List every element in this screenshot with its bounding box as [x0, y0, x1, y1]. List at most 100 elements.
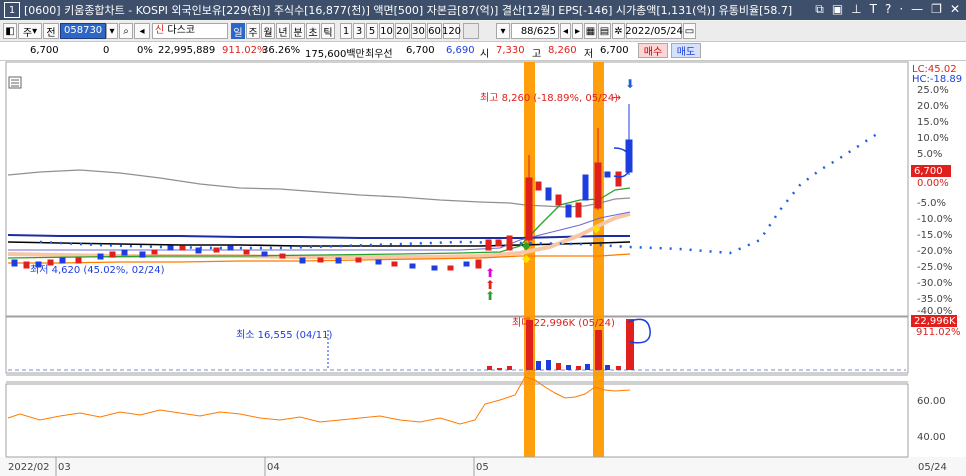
price-tick: 10.0% — [917, 133, 949, 144]
window-controls: ⧉ ▣ ⊥ T ? · — ❐ ✕ — [815, 2, 960, 17]
low-price: 6,700 — [600, 45, 629, 56]
signal-arrow-icon: ⬆ — [485, 289, 495, 303]
price-tick: -30.0% — [917, 278, 952, 289]
sound-icon[interactable]: ◂ — [134, 23, 150, 39]
price-tick: -15.0% — [917, 230, 952, 241]
x-right-label: 05/24 — [918, 462, 947, 473]
current-pct: 0.00% — [917, 178, 949, 189]
low-label: 저 — [584, 49, 594, 60]
window-titlebar: 1 [0600] 키움종합차트 - KOSPI 외국인보유[229(천)] 주식… — [0, 0, 966, 20]
axis-header-hc: HC:-18.89 — [912, 74, 962, 85]
x-label: 03 — [58, 462, 71, 473]
buy-button[interactable]: 매수 — [638, 43, 668, 58]
x-label: 2022/02 — [8, 462, 50, 473]
price-change: 0 — [103, 45, 110, 56]
market-select[interactable]: 주 ▾ — [18, 23, 42, 39]
quote-infobar: 6,700 0 0% 22,995,889 911.02% 36.26% 175… — [0, 42, 966, 61]
layout-icon[interactable]: ◧ — [3, 23, 17, 39]
period-tab-day[interactable]: 일 — [231, 23, 245, 39]
price-change-pct: 0% — [137, 45, 153, 56]
settings-icon[interactable]: ✲ — [612, 23, 625, 39]
price-tick: 25.0% — [917, 85, 949, 96]
interval-button[interactable]: 60 — [427, 23, 442, 39]
stock-code-input[interactable]: 058730 — [60, 23, 106, 39]
pane-menu-icon[interactable] — [8, 76, 22, 89]
open-label: 시 — [480, 49, 490, 60]
grid-icon[interactable]: ▦ — [584, 23, 597, 39]
interval-button[interactable]: 5 — [366, 23, 378, 39]
volume-min-annotation: 최소 16,555 (04/11) — [236, 329, 332, 341]
help-icon[interactable]: ? — [885, 2, 891, 17]
best-bid: 6,690 — [446, 45, 475, 56]
interval-button[interactable]: 3 — [353, 23, 365, 39]
price-tick: -25.0% — [917, 262, 952, 273]
scroll-left-icon[interactable]: ◂ — [560, 23, 571, 39]
save-icon[interactable]: ▤ — [598, 23, 611, 39]
trade-amount: 175,600백만 — [305, 49, 365, 60]
osc-tick: 40.00 — [917, 432, 946, 443]
count-field[interactable]: 88/625 — [511, 23, 559, 39]
price-tick: 5.0% — [917, 149, 942, 160]
signal-arrow-icon: ⬇ — [625, 77, 635, 91]
count-dropdown-icon[interactable]: ▾ — [496, 23, 510, 39]
volume-pane — [5, 316, 909, 374]
x-label: 05 — [476, 462, 489, 473]
period-tab-week[interactable]: 주 — [246, 23, 260, 39]
scroll-right-icon[interactable]: ▸ — [572, 23, 583, 39]
close-icon[interactable]: ✕ — [950, 2, 960, 17]
interval-button[interactable]: 120 — [442, 23, 461, 39]
price-tick: -20.0% — [917, 246, 952, 257]
restore-icon[interactable]: ❐ — [931, 2, 942, 17]
separator-icon: · — [899, 2, 904, 16]
link-icon[interactable]: ⧉ — [815, 2, 824, 17]
osc-tick: 60.00 — [917, 396, 946, 407]
period-tab-tick[interactable]: 틱 — [321, 23, 335, 39]
stock-name: 다스코 — [167, 25, 195, 36]
period-tab-minute[interactable]: 분 — [291, 23, 305, 39]
calendar-icon[interactable]: ▭ — [683, 23, 696, 39]
current-price: 6,700 — [30, 45, 59, 56]
minimize-icon[interactable]: — — [911, 2, 923, 17]
volume-badge: 22,996K — [914, 316, 956, 327]
x-label: 04 — [267, 462, 280, 473]
low-annotation: 최저 4,620 (45.02%, 02/24) — [30, 264, 165, 276]
interval-button[interactable]: 1 — [340, 23, 352, 39]
best-ask: 6,700 — [406, 45, 435, 56]
volume-ratio: 911.02% — [222, 45, 267, 56]
high-annotation: 최고 8,260 (-18.89%, 05/24) — [480, 92, 618, 104]
volume-badge-pct: 911.02% — [916, 327, 961, 338]
search-icon[interactable]: ⌕ — [119, 23, 133, 39]
market-select-value: 주 — [22, 27, 33, 39]
high-price: 8,260 — [548, 45, 577, 56]
interval-button[interactable]: 30 — [411, 23, 426, 39]
highlight-bar — [593, 62, 604, 457]
price-tick: 15.0% — [917, 117, 949, 128]
text-icon[interactable]: T — [870, 2, 877, 17]
interval-button[interactable]: 20 — [395, 23, 410, 39]
signal-diamond-icon: ◆ — [592, 222, 601, 235]
open-price: 7,330 — [496, 45, 525, 56]
custom-interval-field[interactable] — [463, 23, 479, 39]
code-dropdown-icon[interactable]: ▾ — [106, 23, 118, 39]
period-tab-month[interactable]: 월 — [261, 23, 275, 39]
best-bid-label: 최우선 — [365, 49, 393, 60]
volume: 22,995,889 — [158, 45, 216, 56]
period-tab-second[interactable]: 초 — [306, 23, 320, 39]
sell-button[interactable]: 매도 — [671, 43, 701, 58]
period-tab-year[interactable]: 년 — [276, 23, 290, 39]
stock-name-field[interactable]: 신 다스코 — [152, 23, 228, 39]
interval-button[interactable]: 10 — [379, 23, 394, 39]
chart-toolbar: ◧ 주 ▾ 전 058730 ▾ ⌕ ◂ 신 다스코 일 주 월 년 분 초 틱 … — [0, 21, 966, 42]
date-field[interactable]: 2022/05/24 — [625, 23, 683, 39]
interval-buttons: 1 3 5 10 20 30 60 120 — [340, 23, 461, 39]
stock-chart[interactable]: ⬆ ⬆ ⬆ ⬇ ◆ ◆ ◆ 최고 8,260 (-18.89%, 05/24) … — [0, 61, 966, 476]
high-pointer-icon: → — [612, 91, 621, 104]
signal-diamond-icon: ◆ — [522, 239, 531, 252]
current-price-badge: 6,700 — [914, 166, 943, 177]
screen-icon[interactable]: ▣ — [832, 2, 843, 17]
period-tabs: 일 주 월 년 분 초 틱 — [231, 23, 336, 39]
pin-icon[interactable]: ⊥ — [851, 2, 861, 17]
scope-button[interactable]: 전 — [43, 23, 59, 39]
high-label: 고 — [532, 49, 542, 60]
price-tick: -5.0% — [917, 198, 946, 209]
